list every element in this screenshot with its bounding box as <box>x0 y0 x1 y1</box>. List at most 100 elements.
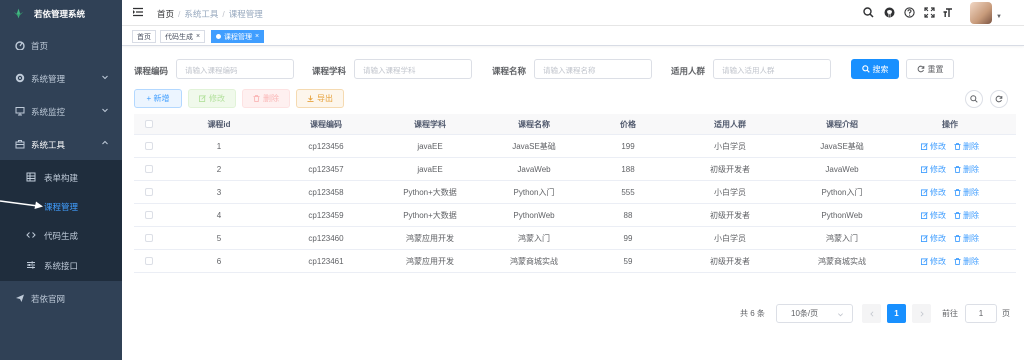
close-icon[interactable]: × <box>255 33 259 40</box>
row-edit-button[interactable]: 修改 <box>921 141 946 152</box>
row-checkbox[interactable] <box>145 188 153 196</box>
row-edit-button[interactable]: 修改 <box>921 233 946 244</box>
toolbox-icon <box>15 140 25 149</box>
row-checkbox[interactable] <box>145 257 153 265</box>
tab-home[interactable]: 首页 <box>132 30 156 43</box>
trash-icon <box>253 95 260 102</box>
table-cell: cp123459 <box>308 210 344 220</box>
table-cell: Python+大数据 <box>403 187 457 197</box>
tab-code-gen[interactable]: 代码生成 × <box>160 30 206 43</box>
caret-down-icon[interactable]: ▼ <box>996 14 1002 20</box>
goto-prefix: 前往 <box>942 308 958 318</box>
font-size-icon[interactable] <box>943 7 954 18</box>
table-cell: JavaWeb <box>825 164 859 174</box>
page-size-select[interactable]: 10条/页 <box>776 304 853 323</box>
table-cell: 鸿蒙入门 <box>826 233 858 243</box>
breadcrumb-home[interactable]: 首页 <box>157 9 174 19</box>
trash-icon <box>954 165 961 173</box>
chevron-down-icon <box>102 75 108 80</box>
table-cell: 59 <box>623 256 633 266</box>
table-cell: 初级开发者 <box>710 210 750 220</box>
row-edit-button[interactable]: 修改 <box>921 164 946 175</box>
sidebar-item-home[interactable]: 首页 <box>0 28 122 61</box>
table-cell: 4 <box>216 210 222 220</box>
row-delete-button[interactable]: 删除 <box>954 233 979 244</box>
course-code-input[interactable]: 请输入课程编码 <box>176 59 294 79</box>
avatar[interactable] <box>970 2 992 24</box>
table-cell: JavaSE基础 <box>512 141 556 151</box>
row-checkbox[interactable] <box>145 234 153 242</box>
page-number-button[interactable]: 1 <box>887 304 906 323</box>
edit-button[interactable]: 修改 <box>188 89 236 108</box>
gear-icon <box>15 73 25 83</box>
select-all-checkbox[interactable] <box>145 120 153 128</box>
export-button[interactable]: 导出 <box>296 89 344 108</box>
row-delete-button[interactable]: 删除 <box>954 164 979 175</box>
sidebar-item-code-gen[interactable]: 代码生成 <box>0 218 122 251</box>
sliders-icon <box>27 261 35 269</box>
edit-icon <box>921 165 928 173</box>
sidebar-item-system-tools[interactable]: 系统工具 <box>0 127 122 160</box>
add-button[interactable]: + 新增 <box>134 89 182 108</box>
next-page-button[interactable] <box>912 304 931 323</box>
logo[interactable]: 若依管理系统 <box>0 0 122 28</box>
row-delete-button[interactable]: 删除 <box>954 141 979 152</box>
fullscreen-icon[interactable] <box>924 7 935 18</box>
tab-course-manage[interactable]: 课程管理 × <box>211 30 265 43</box>
row-select-cell <box>134 142 164 150</box>
audience-input[interactable]: 请输入适用人群 <box>713 59 831 79</box>
download-icon <box>307 95 314 102</box>
tab-label: 首页 <box>137 33 151 41</box>
column-header: 课程编码 <box>310 119 342 129</box>
sidebar-item-label: 若依官网 <box>31 294 66 304</box>
sidebar-item-website[interactable]: 若依官网 <box>0 281 122 314</box>
row-checkbox[interactable] <box>145 142 153 150</box>
row-edit-button[interactable]: 修改 <box>921 256 946 267</box>
edit-icon <box>199 95 206 102</box>
row-checkbox[interactable] <box>145 165 153 173</box>
reset-button[interactable]: 重置 <box>906 59 954 79</box>
prev-page-button[interactable] <box>862 304 881 323</box>
close-icon[interactable]: × <box>196 33 200 40</box>
row-edit-label: 修改 <box>930 256 946 266</box>
row-delete-button[interactable]: 删除 <box>954 256 979 267</box>
search-icon[interactable] <box>863 7 874 18</box>
sidebar-item-label: 系统接口 <box>44 261 79 271</box>
row-delete-label: 删除 <box>963 256 979 266</box>
row-delete-button[interactable]: 删除 <box>954 187 979 198</box>
table-body: 1 cp123456 javaEE JavaSE基础 199 小白学员 JavaSE基础 修改… <box>134 135 1016 273</box>
hamburger-icon[interactable] <box>133 7 143 17</box>
edit-icon <box>921 257 928 265</box>
table-row: 1 cp123456 javaEE JavaSE基础 199 小白学员 JavaSE基础 修改… <box>134 135 1016 158</box>
sidebar-item-system-manage[interactable]: 系统管理 <box>0 61 122 94</box>
sidebar-item-label: 首页 <box>31 41 49 51</box>
question-icon[interactable] <box>904 7 915 18</box>
row-edit-label: 修改 <box>930 210 946 220</box>
goto-page-input[interactable]: 1 <box>965 304 997 323</box>
table-cell: cp123460 <box>308 233 344 243</box>
refresh-button[interactable] <box>990 90 1008 108</box>
table-row: 4 cp123459 Python+大数据 PythonWeb 88 初级开发者 Pytho… <box>134 204 1016 227</box>
toggle-search-button[interactable] <box>965 90 983 108</box>
course-subject-input[interactable]: 请输入课程学科 <box>354 59 472 79</box>
code-icon <box>26 232 36 238</box>
arrow-pointer-icon <box>0 200 43 209</box>
course-name-input[interactable]: 请输入课程名称 <box>534 59 652 79</box>
page-size-value: 10条/页 <box>791 309 819 318</box>
row-edit-button[interactable]: 修改 <box>921 187 946 198</box>
github-icon[interactable] <box>884 7 895 18</box>
sidebar-item-api[interactable]: 系统接口 <box>0 248 122 281</box>
table-cell: 555 <box>621 187 635 197</box>
search-button[interactable]: 搜索 <box>851 59 899 79</box>
row-checkbox[interactable] <box>145 211 153 219</box>
row-delete-button[interactable]: 删除 <box>954 210 979 221</box>
delete-button[interactable]: 删除 <box>242 89 290 108</box>
chevron-left-icon <box>869 310 873 317</box>
trash-icon <box>954 211 961 219</box>
sidebar-item-label: 系统管理 <box>31 74 66 84</box>
add-button-label: + 新增 <box>146 94 170 103</box>
main-area: 首页 / 系统工具 / 课程管理 ▼ 首页 代码生成 × 课程管理 × 课程编码 请输入课程… <box>122 0 1024 360</box>
trash-icon <box>954 188 961 196</box>
row-edit-button[interactable]: 修改 <box>921 210 946 221</box>
sidebar-item-system-monitor[interactable]: 系统监控 <box>0 94 122 127</box>
